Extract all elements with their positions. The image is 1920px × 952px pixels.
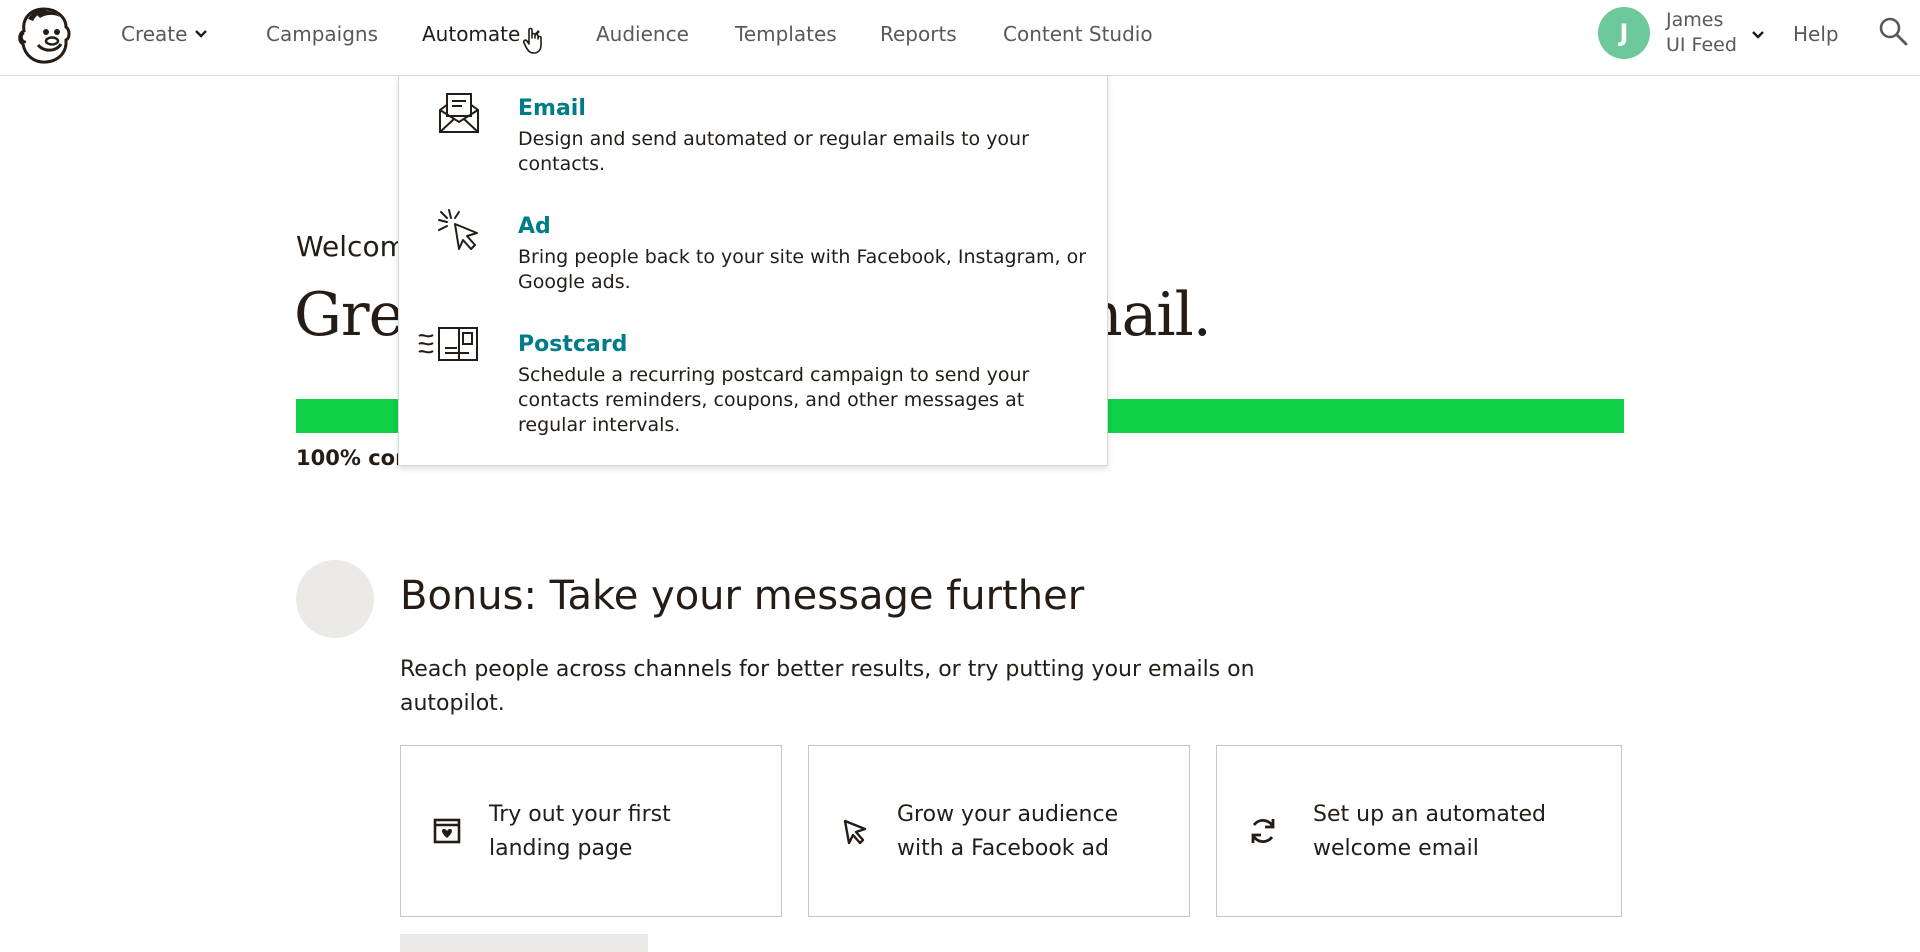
automate-dropdown-menu: Email Design and send automated or regul… bbox=[398, 76, 1108, 466]
landing-page-icon bbox=[433, 818, 461, 844]
refresh-icon bbox=[1251, 819, 1275, 843]
dropdown-item-email[interactable]: Email Design and send automated or regul… bbox=[399, 76, 1109, 192]
nav-audience[interactable]: Audience bbox=[596, 22, 689, 46]
cursor-icon bbox=[843, 819, 867, 845]
nav-reports[interactable]: Reports bbox=[880, 22, 957, 46]
progress-label: 100% cor bbox=[296, 446, 406, 470]
nav-content-studio[interactable]: Content Studio bbox=[1003, 22, 1153, 46]
headline-start: Gre bbox=[294, 280, 404, 350]
hand-cursor-icon bbox=[522, 27, 542, 54]
help-link[interactable]: Help bbox=[1793, 22, 1839, 46]
user-name-line1: James bbox=[1666, 9, 1724, 31]
dropdown-item-description: Bring people back to your site with Face… bbox=[518, 246, 1087, 293]
chevron-down-icon[interactable] bbox=[1750, 26, 1766, 42]
chevron-down-icon[interactable] bbox=[193, 25, 209, 41]
welcome-email-card[interactable]: Set up an automated welcome email bbox=[1216, 745, 1622, 917]
card-text: Set up an automated welcome email bbox=[1313, 802, 1546, 861]
nav-automate[interactable]: Automate bbox=[422, 22, 520, 46]
nav-campaigns[interactable]: Campaigns bbox=[266, 22, 378, 46]
dropdown-item-description: Design and send automated or regular ema… bbox=[518, 128, 1029, 175]
dropdown-item-title: Email bbox=[518, 96, 586, 121]
avatar[interactable]: J bbox=[1598, 7, 1650, 59]
top-nav: Create Campaigns Automate Audience Templ… bbox=[0, 0, 1920, 76]
bonus-step-circle bbox=[296, 560, 374, 638]
landing-page-card[interactable]: Try out your first landing page bbox=[400, 745, 782, 917]
nav-create[interactable]: Create bbox=[121, 22, 187, 46]
partial-button[interactable] bbox=[400, 934, 648, 952]
dropdown-item-description: Schedule a recurring postcard campaign t… bbox=[518, 364, 1030, 436]
dropdown-item-title: Postcard bbox=[518, 332, 628, 357]
user-name[interactable]: James UI Feed bbox=[1666, 8, 1737, 58]
card-text: Try out your first landing page bbox=[489, 802, 671, 861]
page-headline: Gre nail. bbox=[294, 280, 1212, 350]
postcard-icon bbox=[418, 327, 478, 361]
search-icon[interactable] bbox=[1878, 16, 1908, 46]
facebook-ad-card[interactable]: Grow your audience with a Facebook ad bbox=[808, 745, 1190, 917]
user-name-line2: UI Feed bbox=[1666, 34, 1737, 56]
bonus-description: Reach people across channels for better … bbox=[400, 657, 1255, 716]
envelope-icon bbox=[439, 93, 479, 133]
bonus-title: Bonus: Take your message further bbox=[400, 573, 1085, 619]
mailchimp-logo-icon[interactable] bbox=[16, 5, 72, 65]
dropdown-item-ad[interactable]: Ad Bring people back to your site with F… bbox=[399, 194, 1109, 310]
dropdown-item-title: Ad bbox=[518, 214, 551, 239]
card-text: Grow your audience with a Facebook ad bbox=[897, 802, 1119, 861]
cursor-click-icon bbox=[438, 209, 478, 250]
dropdown-item-postcard[interactable]: Postcard Schedule a recurring postcard c… bbox=[399, 312, 1109, 462]
welcome-text: Welcom bbox=[296, 230, 407, 263]
nav-templates[interactable]: Templates bbox=[735, 22, 837, 46]
